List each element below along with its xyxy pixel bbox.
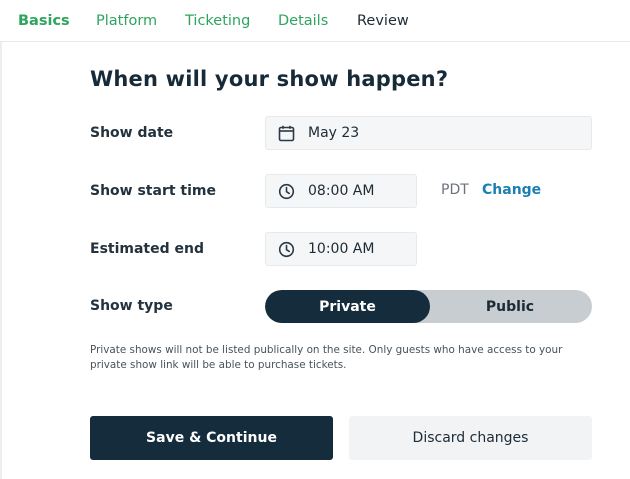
show-type-label: Show type <box>90 298 173 314</box>
tab-basics[interactable]: Basics <box>18 11 70 31</box>
start-time-field[interactable]: 08:00 AM <box>265 174 417 208</box>
start-time-value: 08:00 AM <box>308 183 375 199</box>
event-setup-page: Basics Platform Ticketing Details Review… <box>0 0 630 479</box>
page-title: When will your show happen? <box>90 67 449 91</box>
change-timezone-link[interactable]: Change <box>482 182 541 198</box>
discard-changes-button[interactable]: Discard changes <box>349 416 592 460</box>
end-time-label: Estimated end <box>90 241 204 257</box>
tab-platform[interactable]: Platform <box>96 11 157 31</box>
tab-details[interactable]: Details <box>278 11 328 31</box>
show-type-public-option[interactable]: Public <box>428 290 592 323</box>
start-time-label: Show start time <box>90 183 216 199</box>
calendar-icon <box>278 125 295 142</box>
step-tabs: Basics Platform Ticketing Details Review <box>0 0 630 42</box>
show-type-toggle: Public Private <box>265 290 592 323</box>
show-type-private-option[interactable]: Private <box>265 290 430 323</box>
timezone-label: PDT <box>441 182 469 198</box>
show-date-label: Show date <box>90 125 174 141</box>
end-time-value: 10:00 AM <box>308 241 375 257</box>
private-show-note: Private shows will not be listed publica… <box>90 344 563 371</box>
tab-ticketing[interactable]: Ticketing <box>185 11 250 31</box>
show-date-value: May 23 <box>308 125 360 141</box>
end-time-field[interactable]: 10:00 AM <box>265 232 417 266</box>
clock-icon <box>278 241 295 258</box>
left-border <box>0 0 2 479</box>
save-continue-button[interactable]: Save & Continue <box>90 416 333 460</box>
show-date-field[interactable]: May 23 <box>265 116 592 150</box>
tab-review[interactable]: Review <box>357 11 409 31</box>
clock-icon <box>278 183 295 200</box>
